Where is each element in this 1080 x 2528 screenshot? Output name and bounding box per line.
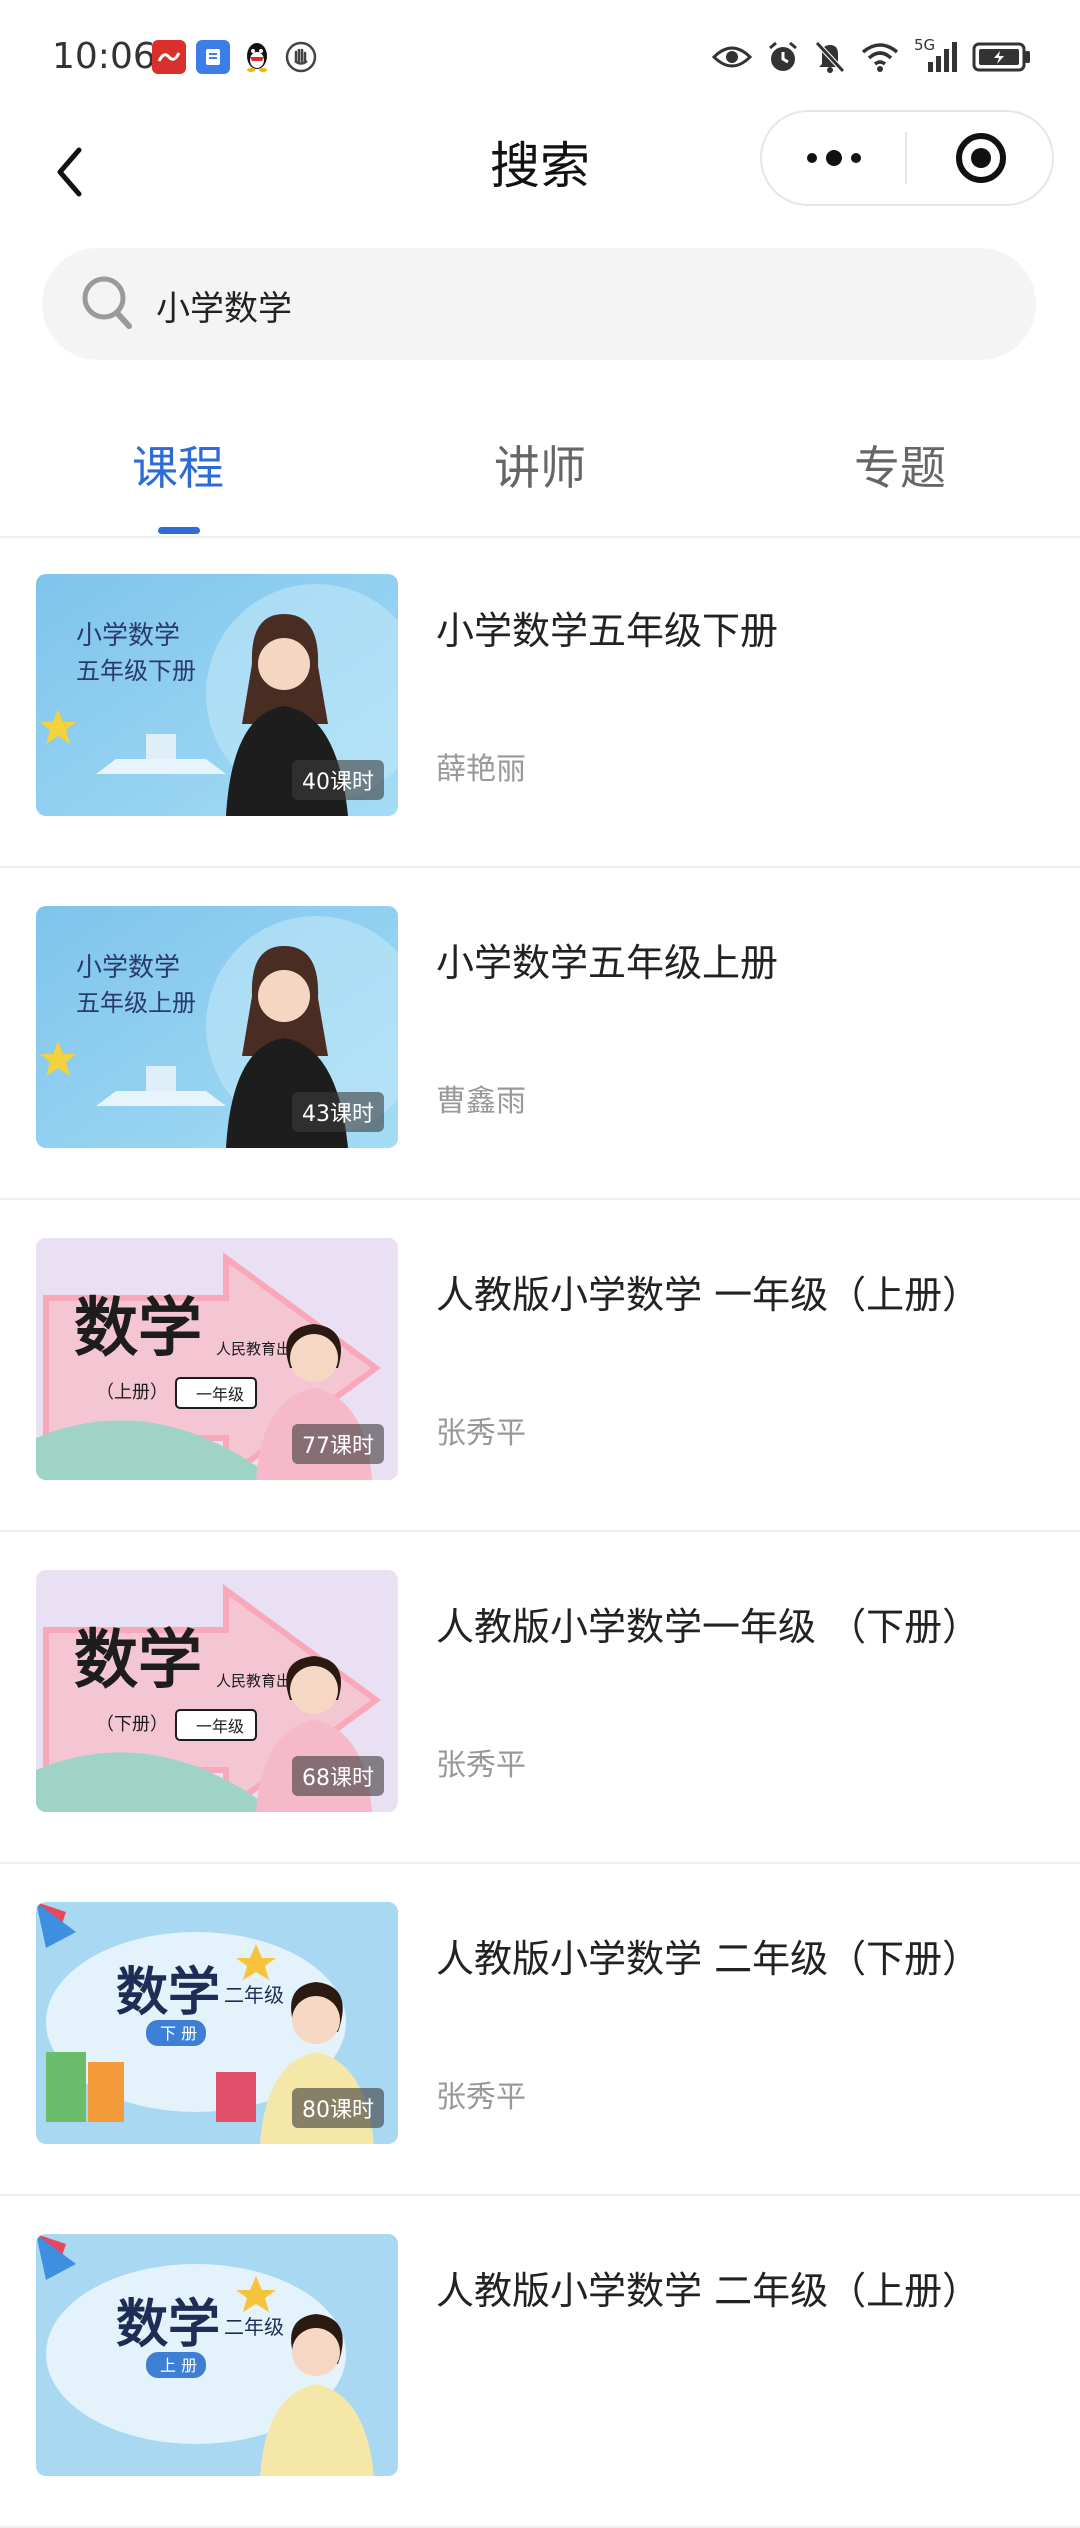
qq-penguin-icon xyxy=(240,40,274,74)
search-input[interactable] xyxy=(154,276,978,334)
lesson-count-badge: 77课时 xyxy=(292,1424,384,1464)
eye-icon xyxy=(712,46,752,68)
close-mini-program-button[interactable] xyxy=(909,112,1052,204)
svg-text:（下册）: （下册） xyxy=(96,1714,168,1735)
course-title: 人教版小学数学 二年级（上册） xyxy=(436,2269,981,2313)
course-thumbnail: 小学数学 五年级上册 43课时 xyxy=(36,906,398,1148)
svg-text:人民教育出: 人民教育出 xyxy=(216,1672,291,1690)
svg-text:（上册）: （上册） xyxy=(96,1382,168,1403)
mute-bell-icon xyxy=(815,41,845,73)
app-red-icon xyxy=(152,40,186,74)
chevron-left-icon xyxy=(57,147,82,197)
network-type-label: 5G xyxy=(914,36,936,54)
hand-icon xyxy=(284,40,318,74)
wifi-icon xyxy=(861,43,899,72)
capsule-divider xyxy=(905,132,907,184)
teacher-name: 张秀平 xyxy=(436,1748,526,1783)
course-title: 人教版小学数学 一年级（上册） xyxy=(436,1273,981,1317)
course-item[interactable]: 小学数学 五年级下册 40课时 小学数学五年级下册 薛艳丽 xyxy=(0,536,1080,868)
status-time: 10:06 xyxy=(52,36,156,77)
teacher-name: 张秀平 xyxy=(436,2080,526,2115)
svg-text:数学: 数学 xyxy=(74,1291,202,1366)
svg-text:五年级上册: 五年级上册 xyxy=(76,989,196,1017)
svg-text:小学数学: 小学数学 xyxy=(76,953,180,983)
svg-text:数学: 数学 xyxy=(116,1963,220,2023)
teacher-name: 薛艳丽 xyxy=(436,752,526,787)
svg-text:小学数学: 小学数学 xyxy=(76,621,180,651)
lesson-count-badge: 40课时 xyxy=(292,760,384,800)
course-item[interactable]: 数学 人民教育出 （下册） 一年级 68课时 人教版小学数学一年级 （下册） 张… xyxy=(0,1532,1080,1864)
svg-text:下 册: 下 册 xyxy=(160,2024,197,2043)
alarm-icon xyxy=(769,41,797,71)
more-dots-icon xyxy=(806,150,861,166)
svg-text:上 册: 上 册 xyxy=(160,2356,197,2375)
mini-program-capsule xyxy=(760,110,1054,206)
notification-icons xyxy=(152,40,318,74)
system-icons: 5G xyxy=(712,36,1032,74)
search-icon xyxy=(82,276,132,329)
svg-text:一年级: 一年级 xyxy=(196,1385,244,1404)
course-thumbnail: 数学 二年级 下 册 80课时 xyxy=(36,1902,398,2144)
status-bar: 10:06 5G xyxy=(0,0,1080,110)
course-item[interactable]: 数学 二年级 上 册 人教版小学数学 二年级（上册） xyxy=(0,2196,1080,2528)
course-title: 人教版小学数学一年级 （下册） xyxy=(436,1605,981,1649)
tab-teachers[interactable]: 讲师 xyxy=(440,432,640,498)
course-thumbnail: 数学 人民教育出 （上册） 一年级 77课时 xyxy=(36,1238,398,1480)
svg-text:数学: 数学 xyxy=(116,2295,220,2355)
teacher-name: 张秀平 xyxy=(436,1416,526,1451)
course-thumbnail: 小学数学 五年级下册 40课时 xyxy=(36,574,398,816)
teacher-name: 曹鑫雨 xyxy=(436,1084,526,1119)
course-title: 小学数学五年级上册 xyxy=(436,941,779,985)
svg-text:二年级: 二年级 xyxy=(224,1983,284,2007)
tab-bar: 课程 讲师 专题 xyxy=(0,400,1080,538)
course-item[interactable]: 数学 人民教育出 （上册） 一年级 77课时 人教版小学数学 一年级（上册） 张… xyxy=(0,1200,1080,1532)
course-item[interactable]: 小学数学 五年级上册 43课时 小学数学五年级上册 曹鑫雨 xyxy=(0,868,1080,1200)
back-button[interactable] xyxy=(40,132,100,212)
svg-text:数学: 数学 xyxy=(74,1623,202,1698)
svg-text:一年级: 一年级 xyxy=(196,1717,244,1736)
nav-bar: 搜索 xyxy=(0,110,1080,240)
tab-courses[interactable]: 课程 xyxy=(78,432,278,498)
battery-icon xyxy=(972,42,1030,72)
app-blue-icon xyxy=(196,40,230,74)
svg-text:人民教育出: 人民教育出 xyxy=(216,1340,291,1358)
svg-text:二年级: 二年级 xyxy=(224,2315,284,2339)
lesson-count-badge: 80课时 xyxy=(292,2088,384,2128)
target-close-icon xyxy=(955,133,1006,183)
course-title: 人教版小学数学 二年级（下册） xyxy=(436,1937,981,1981)
lesson-count-badge: 68课时 xyxy=(292,1756,384,1796)
course-item[interactable]: 数学 二年级 下 册 80课时 人教版小学数学 二年级（下册） 张秀平 xyxy=(0,1864,1080,2196)
search-bar[interactable] xyxy=(42,248,1036,360)
more-button[interactable] xyxy=(762,112,905,204)
active-tab-indicator xyxy=(158,527,200,534)
tab-topics[interactable]: 专题 xyxy=(800,432,1000,498)
course-thumbnail: 数学 人民教育出 （下册） 一年级 68课时 xyxy=(36,1570,398,1812)
svg-text:五年级下册: 五年级下册 xyxy=(76,657,196,685)
course-list: 小学数学 五年级下册 40课时 小学数学五年级下册 薛艳丽 小学数学 五年级上册… xyxy=(0,536,1080,2528)
course-thumbnail: 数学 二年级 上 册 xyxy=(36,2234,398,2476)
course-title: 小学数学五年级下册 xyxy=(436,609,779,653)
lesson-count-badge: 43课时 xyxy=(292,1092,384,1132)
